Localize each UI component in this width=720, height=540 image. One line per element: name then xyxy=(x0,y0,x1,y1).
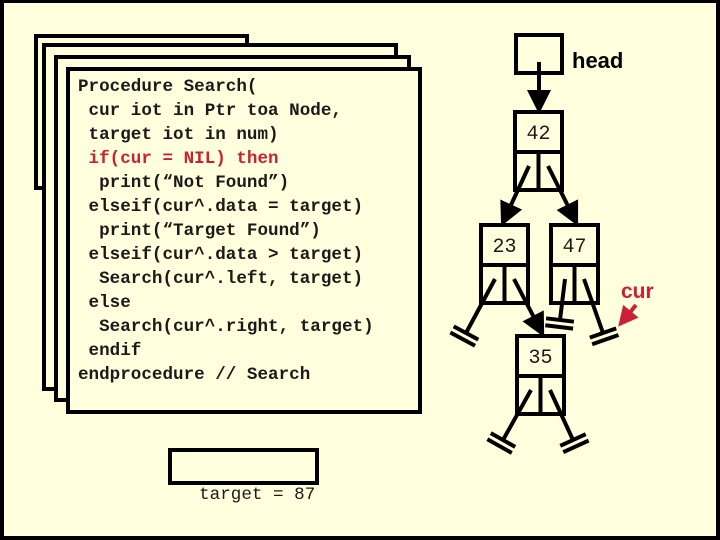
node-value-47: 47 xyxy=(562,236,586,259)
node-value-35: 35 xyxy=(528,347,552,370)
head-label: head xyxy=(572,48,624,73)
nil-terminator-icon xyxy=(545,316,575,324)
node-value-42: 42 xyxy=(526,123,550,146)
nil-pointer-n47-right xyxy=(582,278,605,334)
nil-terminator-icon xyxy=(545,323,574,331)
binary-tree-diagram: 42 23 47 35 xyxy=(449,33,639,455)
nil-pointer-n47-left xyxy=(558,278,567,321)
node-value-23: 23 xyxy=(492,236,516,259)
cur-label: cur xyxy=(621,280,654,303)
cur-arrow xyxy=(618,303,639,327)
